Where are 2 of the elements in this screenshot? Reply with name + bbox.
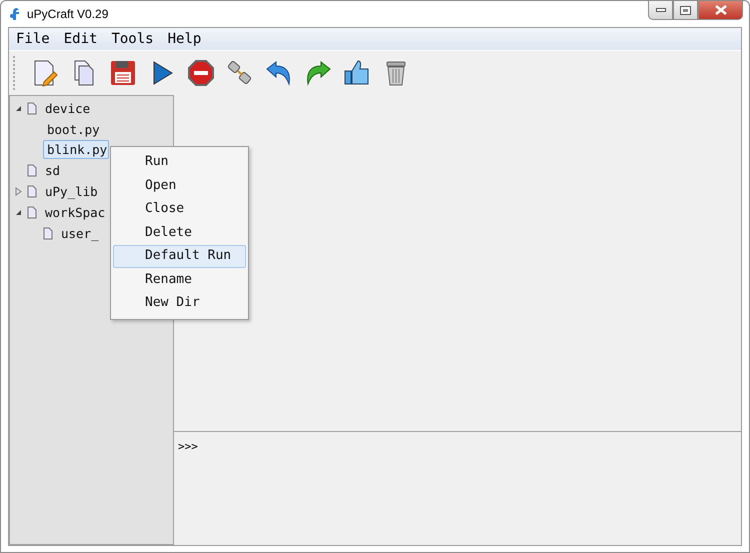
window-title: uPyCraft V0.29 [27, 7, 108, 21]
terminal-prompt: >>> [178, 440, 198, 453]
